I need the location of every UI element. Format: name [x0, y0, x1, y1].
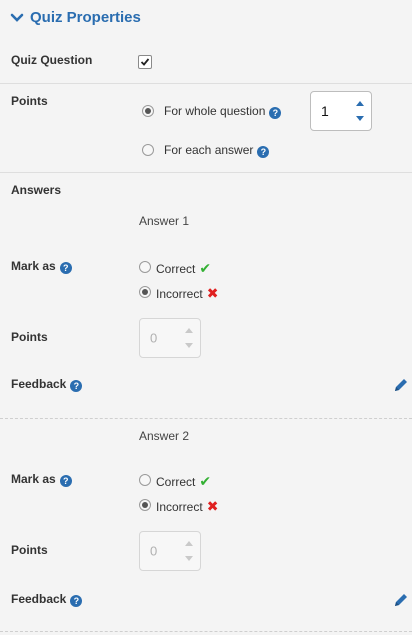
quiz-question-checkbox[interactable] [138, 55, 152, 69]
radio-each-answer[interactable] [142, 144, 154, 156]
incorrect-label: Incorrect [156, 287, 203, 301]
cross-icon: ✖ [206, 498, 219, 514]
stepper-down-icon[interactable] [356, 116, 364, 121]
mark-as-label: Mark as? [11, 259, 72, 274]
radio-incorrect[interactable] [139, 286, 151, 298]
points-value: 1 [321, 103, 329, 119]
answer-points-value: 0 [150, 543, 158, 559]
checkmark-icon [140, 58, 150, 66]
help-icon[interactable]: ? [70, 380, 83, 392]
feedback-text: Feedback [11, 377, 67, 391]
chevron-down-icon [10, 13, 24, 22]
quiz-properties-panel: Quiz Properties Quiz Question Points For… [0, 0, 412, 635]
radio-correct[interactable] [139, 474, 151, 486]
cross-icon: ✖ [206, 285, 219, 301]
edit-pencil-icon[interactable] [392, 376, 410, 394]
stepper-down-icon[interactable] [185, 343, 193, 348]
stepper-up-icon[interactable] [185, 541, 193, 546]
stepper-up-icon[interactable] [356, 101, 364, 106]
check-icon: ✔ [199, 260, 212, 276]
incorrect-label: Incorrect [156, 500, 203, 514]
divider [0, 83, 412, 84]
help-icon[interactable]: ? [59, 262, 72, 274]
answer-points-label: Points [11, 330, 48, 344]
stepper-up-icon[interactable] [185, 328, 193, 333]
answer-title: Answer 2 [139, 429, 190, 443]
feedback-label: Feedback? [11, 592, 83, 607]
mark-as-text: Mark as [11, 259, 56, 273]
correct-label: Correct [156, 475, 196, 489]
answer-points-label: Points [11, 543, 48, 557]
incorrect-option: Incorrect ✖ [156, 285, 218, 302]
help-icon[interactable]: ? [59, 475, 72, 487]
answer-divider [0, 418, 412, 420]
radio-whole-question[interactable] [142, 105, 154, 117]
points-label: Points [11, 94, 48, 108]
answer-points-stepper[interactable]: 0 [139, 318, 201, 358]
edit-pencil-icon[interactable] [392, 591, 410, 609]
each-answer-label: For each answer [164, 143, 254, 157]
answer-points-value: 0 [150, 330, 158, 346]
help-icon[interactable]: ? [269, 107, 282, 119]
help-icon[interactable]: ? [257, 146, 270, 158]
whole-question-label: For whole question [164, 104, 266, 118]
radio-correct[interactable] [139, 261, 151, 273]
help-icon[interactable]: ? [70, 595, 83, 607]
radio-incorrect[interactable] [139, 499, 151, 511]
quiz-question-label: Quiz Question [11, 53, 93, 67]
panel-title: Quiz Properties [30, 9, 141, 26]
correct-label: Correct [156, 262, 196, 276]
quiz-properties-header[interactable]: Quiz Properties [10, 9, 141, 26]
answers-label: Answers [11, 183, 62, 197]
stepper-down-icon[interactable] [185, 556, 193, 561]
points-stepper[interactable]: 1 [310, 91, 372, 131]
feedback-text: Feedback [11, 592, 67, 606]
correct-option: Correct ✔ [156, 260, 211, 277]
check-icon: ✔ [199, 473, 212, 489]
each-answer-option: For each answer? [164, 143, 270, 158]
answer-divider [0, 631, 412, 633]
feedback-label: Feedback? [11, 377, 83, 392]
incorrect-option: Incorrect ✖ [156, 498, 218, 515]
divider [0, 172, 412, 173]
correct-option: Correct ✔ [156, 473, 211, 490]
answer-points-stepper[interactable]: 0 [139, 531, 201, 571]
mark-as-text: Mark as [11, 472, 56, 486]
mark-as-label: Mark as? [11, 472, 72, 487]
answer-title: Answer 1 [139, 214, 190, 228]
whole-question-option: For whole question? [164, 104, 282, 119]
